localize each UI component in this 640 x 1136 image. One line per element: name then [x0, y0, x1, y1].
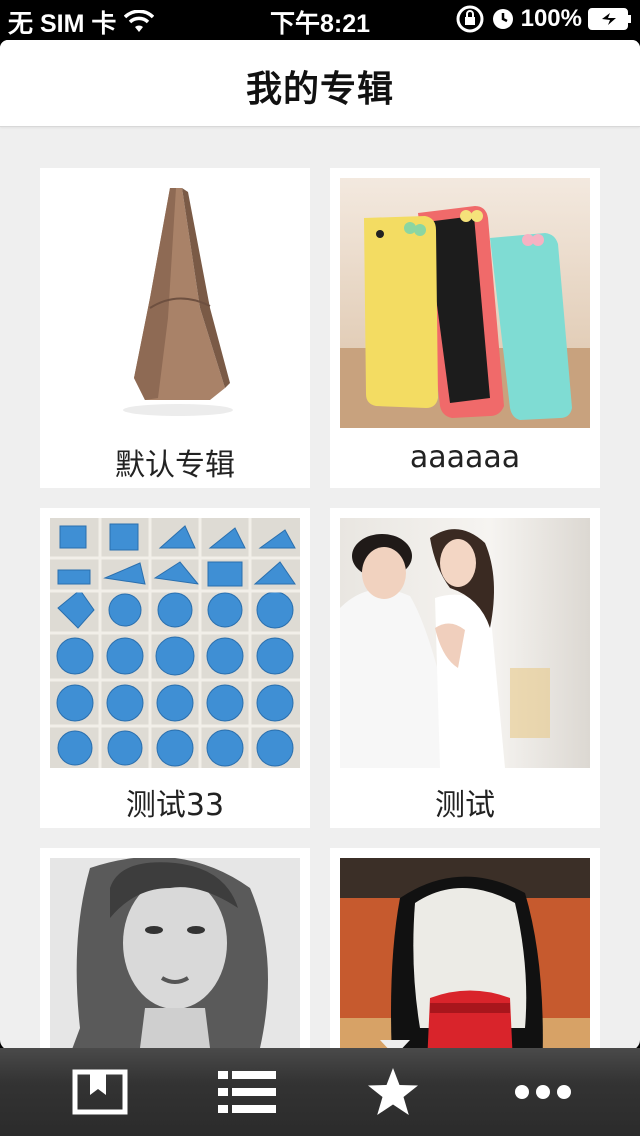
album-card[interactable]	[40, 848, 310, 1050]
backpack-photo	[340, 858, 590, 1050]
album-thumbnail	[340, 518, 590, 768]
album-label: aaaaaa	[409, 440, 521, 475]
tab-favorites[interactable]	[313, 1048, 473, 1136]
rotation-lock-icon	[456, 5, 484, 33]
couple-portrait-photo	[340, 529, 550, 768]
brown-handbag-photo	[123, 188, 233, 416]
main-screen: 我的专辑 默认专辑 aaaaaa 测试33 测试	[0, 40, 640, 1050]
battery-percent: 100%	[520, 5, 582, 32]
tab-bar	[0, 1048, 640, 1136]
alarm-icon	[492, 9, 513, 29]
album-thumbnail	[340, 178, 590, 428]
album-label: 测试33	[125, 788, 225, 823]
origami-rose-steps-photo	[50, 518, 300, 768]
album-label: 测试	[435, 788, 495, 823]
carrier-label: 无 SIM 卡	[8, 10, 117, 38]
album-card-aaaaaa[interactable]: aaaaaa	[330, 168, 600, 488]
tab-more[interactable]	[463, 1048, 623, 1136]
bookmark-icon	[72, 1069, 128, 1115]
album-thumbnail	[50, 178, 300, 428]
tab-bookmarks[interactable]	[20, 1048, 180, 1136]
wifi-icon	[124, 10, 155, 32]
album-thumbnail	[50, 858, 300, 1050]
battery-icon	[588, 8, 631, 30]
status-right: 100%	[455, 4, 632, 34]
album-card-test33[interactable]: 测试33	[40, 508, 310, 828]
album-card-default[interactable]: 默认专辑	[40, 168, 310, 488]
album-card-test[interactable]: 测试	[330, 508, 600, 828]
status-left: 无 SIM 卡	[8, 4, 155, 40]
album-label: 默认专辑	[115, 448, 235, 483]
woman-portrait-bw-photo	[71, 858, 268, 1050]
nav-bar: 我的专辑	[0, 40, 640, 127]
colorful-phone-cases-photo	[340, 206, 590, 428]
album-thumbnail	[340, 858, 590, 1050]
album-thumbnail	[50, 518, 300, 768]
list-icon	[218, 1071, 276, 1113]
album-card[interactable]	[330, 848, 600, 1050]
tab-list[interactable]	[167, 1048, 327, 1136]
status-bar: 无 SIM 卡 下午8:21 100%	[0, 0, 640, 40]
more-icon	[515, 1085, 571, 1099]
star-icon	[368, 1068, 418, 1115]
page-title: 我的专辑	[245, 69, 394, 110]
